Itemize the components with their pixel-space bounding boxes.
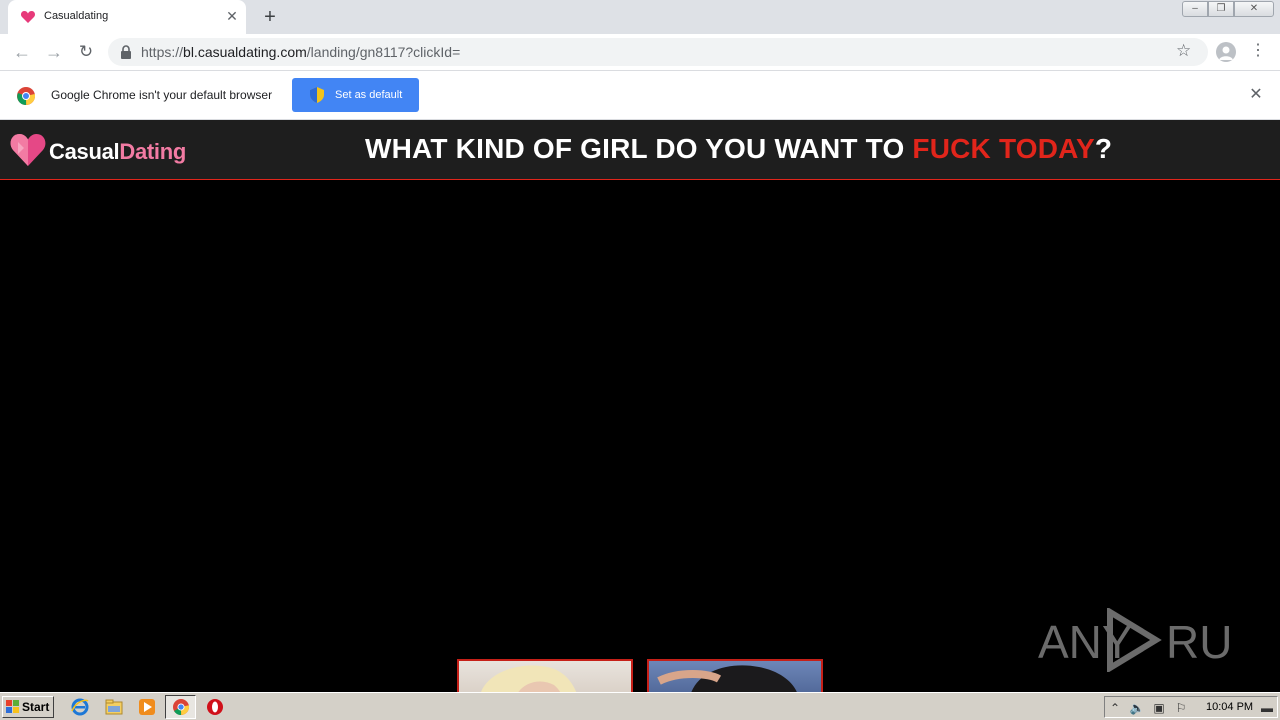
browser-toolbar: ← → ↻ https://bl.casualdating.com/landin… [0,34,1280,71]
profile-photo [657,665,797,692]
profile-card[interactable] [647,659,823,692]
logo-wordmark: CasualDating [49,139,186,165]
chrome-icon [17,87,35,105]
watermark-run: RUN [1166,616,1234,668]
url-path: /landing/gn8117?clickId= [306,44,461,60]
taskbar-clock[interactable]: 10:04 PM [1206,701,1253,713]
url-host: bl.casualdating.com [183,44,307,60]
taskbar-chrome-button[interactable] [165,695,196,719]
start-label: Start [22,700,50,714]
profile-photo [481,665,577,692]
set-as-default-label: Set as default [335,89,403,101]
headline-question-mark: ? [1094,133,1113,164]
ie-icon[interactable] [70,697,90,717]
system-tray: ⌃ 🔈 ▣ ⚐ 10:04 PM ▬ [1104,696,1278,718]
site-header: CasualDating WHAT KIND OF GIRL DO YOU WA… [0,120,1280,180]
page-content: CasualDating WHAT KIND OF GIRL DO YOU WA… [0,120,1280,692]
new-tab-button[interactable]: + [258,5,282,29]
chrome-menu-button[interactable]: ⋮ [1250,40,1266,64]
volume-icon[interactable]: 🔈 [1129,700,1145,716]
network-icon[interactable]: ▣ [1151,700,1167,716]
headline-text: WHAT KIND OF GIRL DO YOU WANT TO [365,133,913,164]
profile-avatar-icon[interactable] [1216,42,1236,62]
tab-title: Casualdating [44,10,109,22]
forward-button[interactable]: → [42,40,66,64]
headline-highlight: FUCK TODAY [912,133,1095,164]
logo-part-casual: Casual [49,139,120,164]
default-browser-infobar: Google Chrome isn't your default browser… [0,71,1280,120]
close-window-button[interactable]: ✕ [1234,1,1274,17]
restore-icon: ❐ [1216,3,1226,14]
url-text[interactable]: https://bl.casualdating.com/landing/gn81… [141,44,460,60]
set-as-default-button[interactable]: Set as default [292,78,419,112]
show-desktop-icon[interactable]: ▬ [1259,700,1275,716]
anyrun-watermark: ANY RUN [1038,608,1234,672]
reload-button[interactable]: ↻ [74,40,98,64]
start-button[interactable]: Start [2,696,54,718]
infobar-message: Google Chrome isn't your default browser [51,88,273,102]
heart-favicon-icon [20,11,36,23]
taskbar: Start ⌃ 🔈 ▣ ⚐ 10:04 PM ▬ [0,692,1280,720]
logo-part-dating: Dating [119,139,186,164]
windows-flag-icon [6,700,19,713]
tab-casualdating[interactable]: Casualdating ✕ [8,0,246,34]
explorer-icon[interactable] [104,697,124,717]
tab-strip: Casualdating ✕ + ‒ ❐ ✕ [0,0,1280,34]
action-center-flag-icon[interactable]: ⚐ [1173,700,1189,716]
close-icon: ✕ [1249,3,1259,14]
opera-icon[interactable] [205,697,225,717]
lock-icon[interactable] [120,45,132,59]
heart-logo-icon [10,134,46,166]
infobar-close-icon[interactable]: ✕ [1247,86,1265,104]
media-player-icon[interactable] [137,697,157,717]
address-bar[interactable]: https://bl.casualdating.com/landing/gn81… [108,38,1208,66]
minimize-button[interactable]: ‒ [1182,1,1208,17]
chrome-icon [173,699,189,715]
tab-close-icon[interactable]: ✕ [224,8,240,24]
maximize-button[interactable]: ❐ [1208,1,1234,17]
profile-card[interactable] [457,659,633,692]
bookmark-star-icon[interactable]: ☆ [1176,41,1191,61]
shield-icon [310,87,324,103]
site-logo[interactable]: CasualDating [10,134,210,168]
back-button[interactable]: ← [10,40,34,64]
url-scheme: https:// [141,44,184,60]
person-icon [1219,46,1233,60]
page-headline: WHAT KIND OF GIRL DO YOU WANT TO FUCK TO… [365,133,1112,165]
show-hidden-icons-icon[interactable]: ⌃ [1107,700,1123,716]
minimize-icon: ‒ [1192,3,1198,14]
